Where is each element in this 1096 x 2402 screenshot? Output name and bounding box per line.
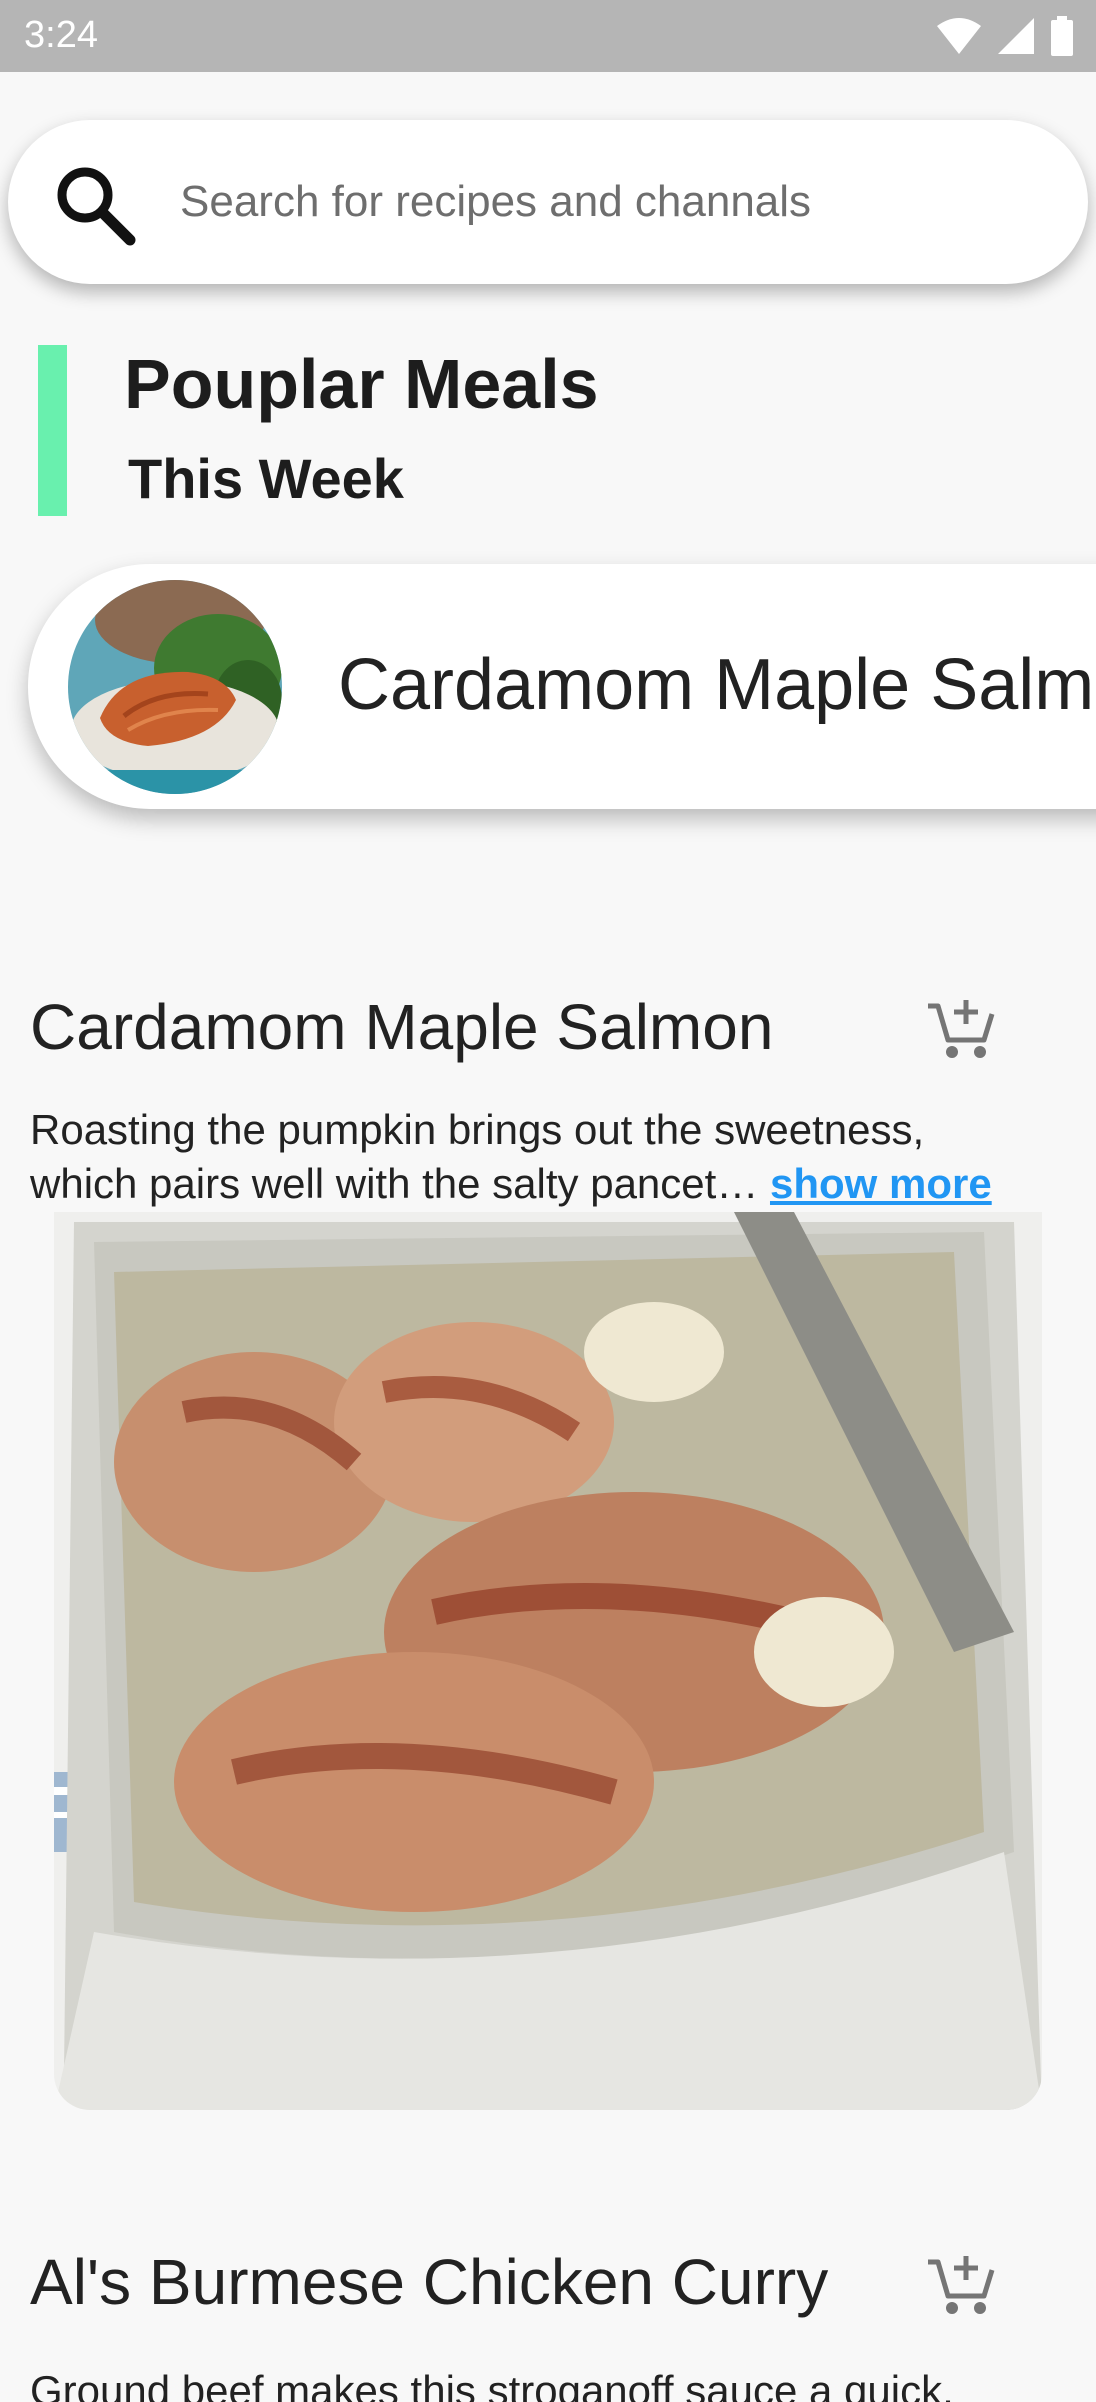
recipe-description: Ground beef makes this stroganoff sauce … [30, 2364, 1090, 2402]
wifi-icon [937, 18, 981, 54]
recipe-description: Roasting the pumpkin brings out the swee… [30, 1103, 1070, 1211]
status-icons [936, 16, 1074, 56]
recipe-title[interactable]: Cardamom Maple Salmon [30, 990, 773, 1064]
featured-meal-title: Cardamom Maple Salmon [338, 645, 1096, 725]
status-bar: 3:24 [0, 0, 1096, 72]
search-icon[interactable] [52, 162, 138, 248]
search-bar[interactable] [8, 120, 1088, 284]
featured-meal-card[interactable]: Cardamom Maple Salmon [28, 564, 1096, 809]
section-title: Pouplar Meals [124, 345, 599, 423]
recipe-description-line: which pairs well with the salty pancet… [30, 1160, 770, 1207]
recipe-title[interactable]: Al's Burmese Chicken Curry [30, 2245, 828, 2319]
signal-icon [998, 18, 1034, 54]
add-to-cart-icon[interactable] [926, 2252, 996, 2318]
status-time: 3:24 [24, 14, 98, 56]
recipe-description-line: Ground beef makes this stroganoff sauce … [30, 2367, 954, 2402]
section-subtitle: This Week [128, 447, 404, 510]
section-accent-bar [38, 345, 67, 516]
battery-icon [1051, 16, 1073, 56]
recipe-description-line: Roasting the pumpkin brings out the swee… [30, 1106, 925, 1153]
search-input[interactable] [180, 172, 1040, 232]
featured-meal-thumbnail [68, 580, 282, 794]
add-to-cart-icon[interactable] [926, 996, 996, 1062]
recipe-image[interactable] [54, 1212, 1042, 2110]
show-more-link[interactable]: show more [770, 1160, 992, 1207]
